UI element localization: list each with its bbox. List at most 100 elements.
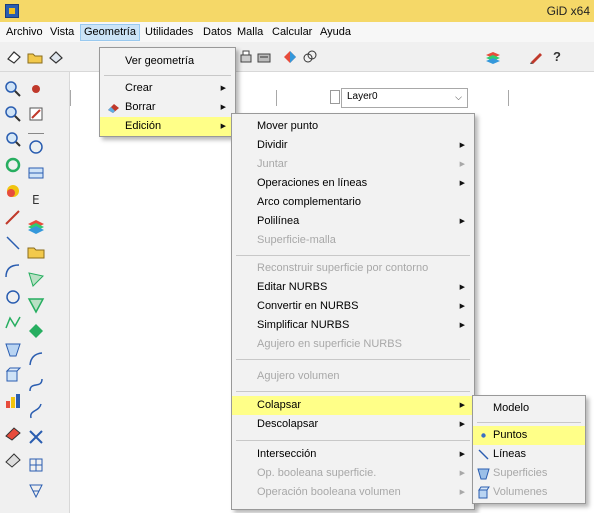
toolbar-separator xyxy=(28,133,44,134)
menu-item-interseccion[interactable]: Intersección ▶ xyxy=(232,445,474,464)
layer-color-swatch xyxy=(330,90,340,104)
menu-item-operacion-booleana-volumen[interactable]: Operación booleana volumen ▶ xyxy=(232,483,474,502)
eraser-icon[interactable] xyxy=(4,424,22,442)
color-bars-icon[interactable] xyxy=(4,392,22,410)
menu-ayuda[interactable]: Ayuda xyxy=(316,24,355,41)
geometry-menu: Ver geometría Crear ▶ Borrar ▶ Edición ▶ xyxy=(99,47,236,137)
submenu-arrow-icon: ▶ xyxy=(459,284,465,291)
layers-view-icon[interactable] xyxy=(302,49,318,65)
menu-geometria[interactable]: Geometría xyxy=(80,24,140,41)
circle-icon[interactable] xyxy=(4,288,22,306)
menu-item-volumenes[interactable]: Volumenes xyxy=(473,483,585,502)
edit-icon[interactable] xyxy=(27,105,45,123)
diamond-icon[interactable] xyxy=(27,322,45,340)
submenu-arrow-icon: ▶ xyxy=(459,218,465,225)
layer-select-value: Layer0 xyxy=(347,91,378,102)
triangle-icon[interactable] xyxy=(27,270,45,288)
mesh-tri-icon[interactable] xyxy=(27,482,45,500)
menu-item-mover-punto[interactable]: Mover punto xyxy=(232,117,474,136)
menu-item-modelo[interactable]: Modelo xyxy=(473,399,585,418)
menu-datos[interactable]: Datos xyxy=(199,24,236,41)
menu-item-reconstruir-superficie[interactable]: Reconstruir superficie por contorno xyxy=(232,259,474,278)
mesh-icon[interactable] xyxy=(27,456,45,474)
app-icon xyxy=(5,4,19,18)
layers-icon[interactable] xyxy=(485,49,501,65)
chevron-down-icon: ⌵ xyxy=(455,92,462,102)
menu-item-edicion[interactable]: Edición ▶ xyxy=(100,117,235,136)
menu-item-arco-complementario[interactable]: Arco complementario xyxy=(232,193,474,212)
text-label-icon[interactable]: E xyxy=(27,190,45,208)
submenu-arrow-icon: ▶ xyxy=(459,489,465,496)
menu-item-simplificar-nurbs[interactable]: Simplificar NURBS ▶ xyxy=(232,316,474,335)
open-folder-icon[interactable] xyxy=(27,49,43,65)
left-toolbar: E xyxy=(0,72,70,513)
layers-stack-icon[interactable] xyxy=(27,217,45,235)
menu-item-editar-nurbs[interactable]: Editar NURBS ▶ xyxy=(232,278,474,297)
menu-separator xyxy=(104,75,231,76)
print-icon[interactable] xyxy=(238,49,254,65)
submenu-arrow-icon: ▶ xyxy=(459,421,465,428)
zoom-frame-icon[interactable] xyxy=(4,130,22,148)
spline-icon[interactable] xyxy=(27,402,45,420)
line-draw-icon[interactable] xyxy=(4,234,22,252)
menu-item-agujero-volumen[interactable]: Agujero volumen xyxy=(232,367,474,386)
menu-item-puntos[interactable]: Puntos xyxy=(473,426,585,445)
menu-calcular[interactable]: Calcular xyxy=(268,24,316,41)
line-icon[interactable] xyxy=(4,208,22,226)
menu-utilidades[interactable]: Utilidades xyxy=(141,24,197,41)
volume-icon[interactable] xyxy=(4,366,22,384)
nurbs-icon[interactable] xyxy=(27,376,45,394)
disk-icon[interactable] xyxy=(27,138,45,156)
zoom-in-icon[interactable] xyxy=(4,80,22,98)
menu-item-borrar[interactable]: Borrar ▶ xyxy=(100,98,235,117)
menu-item-agujero-superficie-nurbs[interactable]: Agujero en superficie NURBS xyxy=(232,335,474,354)
zoom-out-icon[interactable] xyxy=(4,105,22,123)
render-icon[interactable] xyxy=(282,49,298,65)
menu-archivo[interactable]: Archivo xyxy=(2,24,47,41)
menu-item-juntar[interactable]: Juntar ▶ xyxy=(232,155,474,174)
menu-item-dividir[interactable]: Dividir ▶ xyxy=(232,136,474,155)
point-icon[interactable] xyxy=(4,182,22,200)
submenu-arrow-icon: ▶ xyxy=(459,180,465,187)
menu-item-crear[interactable]: Crear ▶ xyxy=(100,79,235,98)
menu-item-convertir-en-nurbs[interactable]: Convertir en NURBS ▶ xyxy=(232,297,474,316)
arc-icon[interactable] xyxy=(4,262,22,280)
toolbar-separator xyxy=(508,90,509,106)
polyline-icon[interactable] xyxy=(4,314,22,332)
submenu-arrow-icon: ▶ xyxy=(459,470,465,477)
folder-icon[interactable] xyxy=(27,243,45,261)
edit-pencil-icon[interactable] xyxy=(528,49,544,65)
menu-item-polilinea[interactable]: Polilínea ▶ xyxy=(232,212,474,231)
help-icon[interactable]: ? xyxy=(553,49,561,64)
menu-vista[interactable]: Vista xyxy=(46,24,78,41)
svg-text:E: E xyxy=(32,193,40,207)
surface-icon[interactable] xyxy=(4,340,22,358)
menu-item-op-booleana-superficie[interactable]: Op. booleana superficie. ▶ xyxy=(232,464,474,483)
menu-item-lineas[interactable]: Líneas xyxy=(473,445,585,464)
printer-setup-icon[interactable] xyxy=(256,49,272,65)
menu-item-descolapsar[interactable]: Descolapsar ▶ xyxy=(232,415,474,434)
triangle-surface-icon[interactable] xyxy=(27,296,45,314)
save-icon[interactable] xyxy=(48,49,64,65)
menu-malla[interactable]: Malla xyxy=(233,24,267,41)
menu-item-colapsar[interactable]: Colapsar ▶ xyxy=(232,396,474,415)
menu-item-superficies[interactable]: Superficies xyxy=(473,464,585,483)
window-title: GiD x64 xyxy=(546,4,590,18)
main-toolbar: Layer0 ⌵ ? xyxy=(0,42,594,108)
measure-icon[interactable] xyxy=(4,450,22,468)
menu-item-ver-geometria[interactable]: Ver geometría xyxy=(100,52,235,71)
cross-icon[interactable] xyxy=(27,428,45,446)
colapsar-submenu: Modelo Puntos Líneas Superficies Volumen… xyxy=(472,395,586,504)
menu-separator xyxy=(236,359,470,360)
grid-icon[interactable] xyxy=(27,164,45,182)
eraser-icon xyxy=(108,104,119,113)
menu-separator xyxy=(236,440,470,441)
menu-item-superficie-malla[interactable]: Superficie-malla xyxy=(232,231,474,250)
layer-select[interactable]: Layer0 ⌵ xyxy=(341,88,468,108)
new-file-icon[interactable] xyxy=(6,49,22,65)
red-dot-icon[interactable] xyxy=(27,80,45,98)
menu-item-operaciones-en-lineas[interactable]: Operaciones en líneas ▶ xyxy=(232,174,474,193)
curve-icon[interactable] xyxy=(27,350,45,368)
menu-separator xyxy=(236,255,470,256)
rotate-icon[interactable] xyxy=(4,156,22,174)
